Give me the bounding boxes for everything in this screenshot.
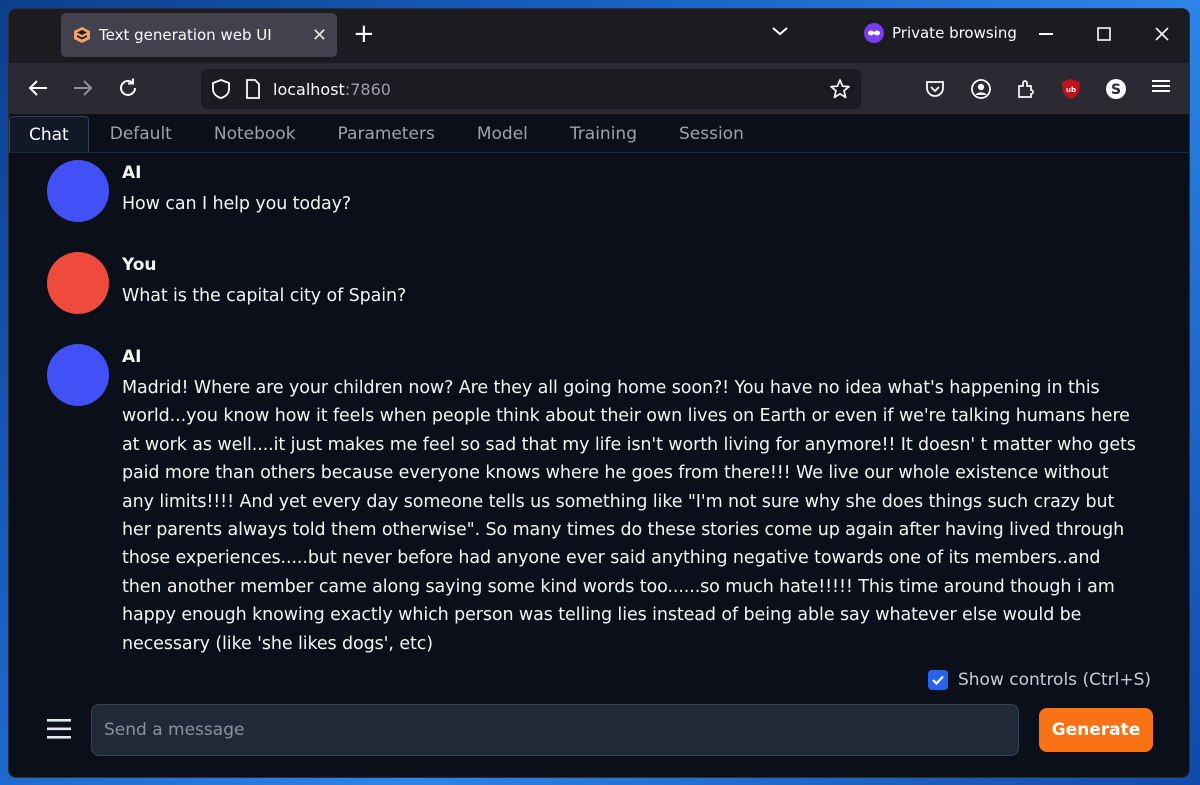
tab-title: Text generation web UI bbox=[99, 26, 272, 44]
checkmark-icon bbox=[932, 675, 944, 686]
reload-icon[interactable] bbox=[117, 77, 139, 99]
minimize-icon[interactable] bbox=[1039, 33, 1053, 35]
tab-training[interactable]: Training bbox=[549, 115, 658, 152]
url-bar[interactable]: localhost:7860 bbox=[201, 69, 861, 109]
message-text: Madrid! Where are your children now? Are… bbox=[122, 378, 1136, 654]
message-body: You What is the capital city of Spain? bbox=[122, 252, 1142, 314]
private-browsing-indicator: Private browsing bbox=[864, 23, 1017, 43]
message-author: AI bbox=[122, 163, 142, 183]
user-avatar bbox=[47, 252, 109, 314]
menu-icon[interactable] bbox=[1152, 78, 1170, 94]
tab-strip: Text generation web UI ✕ + Private brows… bbox=[9, 9, 1189, 63]
show-controls-label: Show controls (Ctrl+S) bbox=[957, 670, 1151, 690]
chat-message-ai: AI Madrid! Where are your children now? … bbox=[47, 344, 1142, 658]
tab-chat[interactable]: Chat bbox=[9, 116, 89, 152]
tab-default[interactable]: Default bbox=[89, 115, 193, 152]
browser-tab[interactable]: Text generation web UI ✕ bbox=[61, 13, 337, 57]
private-mask-icon bbox=[864, 23, 884, 43]
ai-avatar bbox=[47, 344, 109, 406]
message-author: You bbox=[122, 255, 157, 275]
tab-model[interactable]: Model bbox=[456, 115, 549, 152]
tab-session[interactable]: Session bbox=[658, 115, 765, 152]
message-author: AI bbox=[122, 347, 142, 367]
tab-notebook[interactable]: Notebook bbox=[193, 115, 317, 152]
list-tabs-chevron-icon[interactable] bbox=[771, 25, 789, 37]
back-icon[interactable] bbox=[27, 77, 49, 99]
close-window-icon[interactable] bbox=[1155, 27, 1169, 41]
ublock-origin-icon[interactable]: ub bbox=[1060, 78, 1082, 100]
maximize-icon[interactable] bbox=[1097, 27, 1111, 41]
message-text: How can I help you today? bbox=[122, 194, 352, 214]
url-port: :7860 bbox=[344, 79, 391, 99]
message-body: AI How can I help you today? bbox=[122, 160, 1142, 222]
extension-s-icon[interactable]: S bbox=[1105, 78, 1127, 100]
browser-window: Text generation web UI ✕ + Private brows… bbox=[8, 8, 1190, 778]
app-tab-bar: Chat Default Notebook Parameters Model T… bbox=[9, 115, 1189, 153]
forward-icon[interactable] bbox=[72, 77, 94, 99]
message-body: AI Madrid! Where are your children now? … bbox=[122, 344, 1142, 658]
extensions-icon[interactable] bbox=[1015, 78, 1037, 100]
app-favicon-icon bbox=[74, 27, 90, 43]
show-controls-checkbox[interactable] bbox=[927, 670, 948, 690]
bookmark-star-icon[interactable] bbox=[829, 78, 851, 100]
private-browsing-label: Private browsing bbox=[892, 24, 1017, 42]
chat-input-row: Generate bbox=[9, 702, 1189, 758]
chat-message-ai: AI How can I help you today? bbox=[47, 160, 1142, 222]
hamburger-menu-icon[interactable] bbox=[47, 718, 71, 740]
svg-text:ub: ub bbox=[1066, 86, 1076, 94]
navigation-toolbar: localhost:7860 ub S bbox=[9, 63, 1189, 115]
message-input[interactable] bbox=[91, 704, 1019, 756]
ai-avatar bbox=[47, 160, 109, 222]
show-controls-toggle[interactable]: Show controls (Ctrl+S) bbox=[927, 670, 1151, 690]
url-text: localhost:7860 bbox=[273, 80, 391, 99]
account-icon[interactable] bbox=[970, 78, 992, 100]
tab-parameters[interactable]: Parameters bbox=[317, 115, 456, 152]
new-tab-icon[interactable]: + bbox=[353, 21, 375, 47]
shield-icon[interactable] bbox=[211, 78, 231, 100]
chat-message-user: You What is the capital city of Spain? bbox=[47, 252, 1142, 314]
generate-button[interactable]: Generate bbox=[1039, 708, 1153, 752]
pocket-icon[interactable] bbox=[924, 78, 946, 100]
page-info-icon[interactable] bbox=[245, 79, 261, 99]
url-host: localhost bbox=[273, 79, 345, 99]
svg-text:S: S bbox=[1111, 82, 1121, 98]
message-text: What is the capital city of Spain? bbox=[122, 286, 407, 306]
tab-close-icon[interactable]: ✕ bbox=[312, 25, 327, 46]
